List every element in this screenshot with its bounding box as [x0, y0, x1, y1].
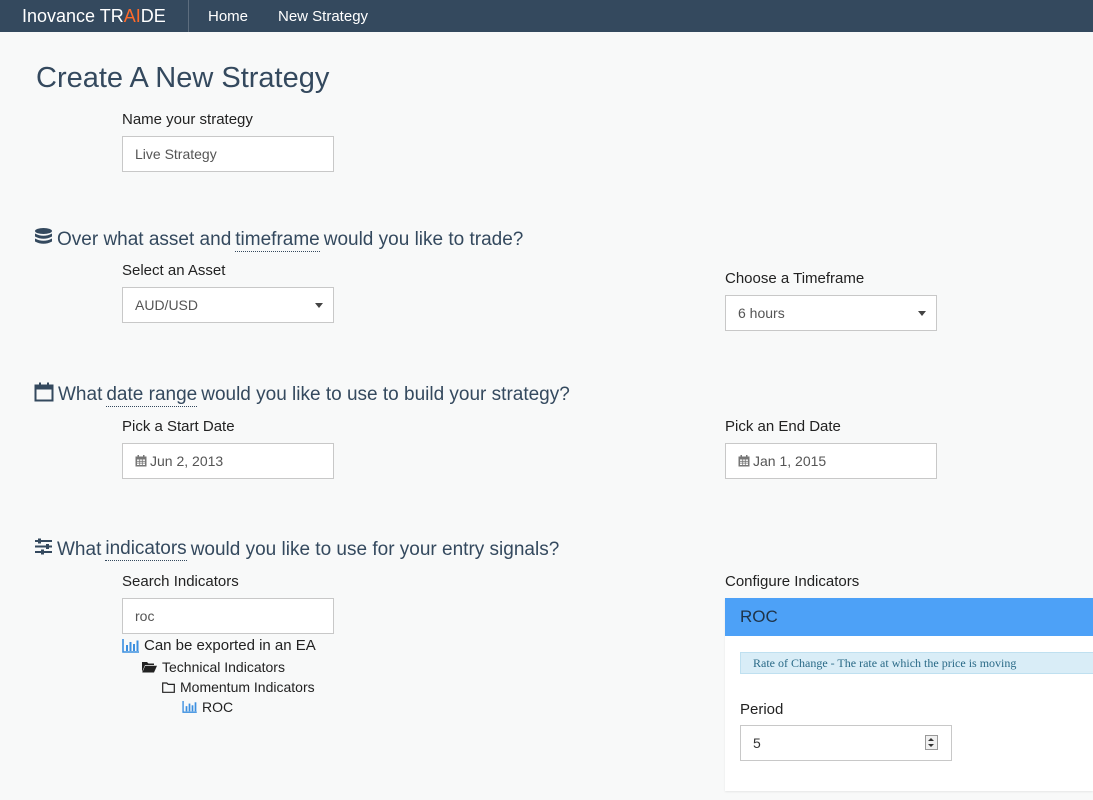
- configure-indicators-label: Configure Indicators: [725, 573, 860, 590]
- bar-chart-icon: [122, 638, 139, 653]
- timeframe-help-link[interactable]: timeframe: [235, 229, 320, 252]
- indicator-section-heading: What indicators would you like to use fo…: [34, 537, 559, 562]
- ea-export-legend: Can be exported in an EA: [122, 637, 316, 654]
- calendar-icon: [738, 445, 750, 479]
- search-indicators-label: Search Indicators: [122, 573, 239, 590]
- asset-select[interactable]: AUD/USD: [122, 287, 334, 323]
- timeframe-label: Choose a Timeframe: [725, 270, 865, 287]
- bar-chart-icon: [182, 701, 197, 713]
- strategy-name-input[interactable]: [122, 136, 334, 172]
- number-spinner-icon[interactable]: [925, 735, 938, 750]
- start-date-input[interactable]: Jun 2, 2013: [122, 443, 334, 479]
- search-indicators-input[interactable]: [122, 598, 334, 634]
- nav-link-home[interactable]: Home: [208, 0, 248, 32]
- end-date-label: Pick an End Date: [725, 418, 841, 435]
- start-date-label: Pick a Start Date: [122, 418, 235, 435]
- page-title: Create A New Strategy: [36, 62, 330, 94]
- calendar-icon: [135, 445, 147, 479]
- sliders-icon: [34, 537, 53, 562]
- timeframe-select[interactable]: 6 hours: [725, 295, 937, 331]
- folder-icon: [162, 681, 175, 693]
- date-range-help-link[interactable]: date range: [106, 384, 198, 407]
- tree-folder-momentum-indicators[interactable]: Momentum Indicators: [162, 679, 315, 695]
- period-label: Period: [740, 701, 784, 718]
- tree-folder-technical-indicators[interactable]: Technical Indicators: [142, 659, 285, 675]
- nav-link-new-strategy[interactable]: New Strategy: [278, 0, 368, 32]
- date-section-heading: What date range would you like to use to…: [34, 382, 570, 408]
- strategy-name-label: Name your strategy: [122, 111, 253, 128]
- asset-section-heading: Over what asset and ​timeframe would you…: [34, 227, 523, 253]
- calendar-icon: [34, 382, 54, 408]
- end-date-input[interactable]: Jan 1, 2015: [725, 443, 937, 479]
- chevron-down-icon: [918, 311, 926, 316]
- brand-logo[interactable]: Inovance TRAIDE: [0, 0, 189, 32]
- indicator-config-panel: ROC Rate of Change - The rate at which t…: [725, 598, 1093, 791]
- indicators-help-link[interactable]: indicators: [105, 538, 187, 561]
- database-icon: [34, 227, 53, 253]
- chevron-down-icon: [315, 303, 323, 308]
- tree-item-roc[interactable]: ROC: [182, 699, 233, 715]
- navbar: Inovance TRAIDE Home New Strategy: [0, 0, 1093, 32]
- folder-open-icon: [142, 662, 157, 673]
- indicator-panel-title[interactable]: ROC: [725, 598, 1093, 636]
- asset-label: Select an Asset: [122, 262, 226, 279]
- indicator-description: Rate of Change - The rate at which the p…: [740, 652, 1093, 674]
- period-input[interactable]: 5: [740, 725, 952, 761]
